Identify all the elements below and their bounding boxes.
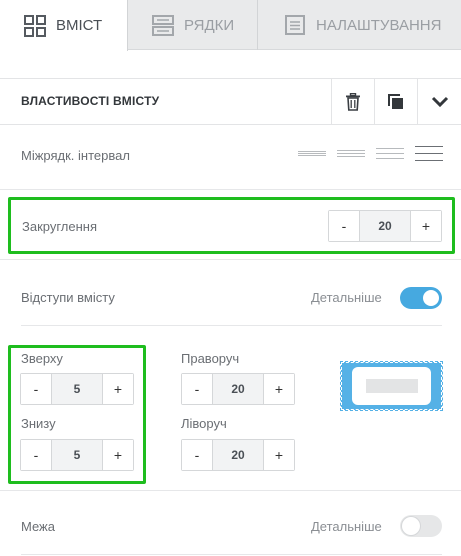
divider bbox=[21, 325, 442, 326]
border-label: Межа bbox=[21, 519, 55, 534]
preview-content-box bbox=[352, 367, 431, 405]
line-spacing-loose-option[interactable] bbox=[415, 146, 443, 161]
padding-left-decrement-button[interactable]: - bbox=[182, 440, 212, 470]
padding-top-value[interactable]: 5 bbox=[51, 374, 103, 404]
padding-bottom-decrement-button[interactable]: - bbox=[21, 440, 51, 470]
padding-label: Відступи вмісту bbox=[21, 290, 115, 305]
delete-button[interactable] bbox=[331, 79, 374, 125]
tab-label: НАЛАШТУВАННЯ bbox=[316, 16, 442, 34]
duplicate-button[interactable] bbox=[374, 79, 417, 125]
padding-bottom-label: Знизу bbox=[21, 416, 56, 431]
grid-icon bbox=[24, 14, 46, 37]
padding-detail-toggle[interactable] bbox=[400, 287, 442, 309]
padding-right-decrement-button[interactable]: - bbox=[182, 374, 212, 404]
padding-left-increment-button[interactable]: + bbox=[264, 440, 294, 470]
padding-top-stepper: - 5 + bbox=[20, 373, 134, 405]
padding-bottom-stepper: - 5 + bbox=[20, 439, 134, 471]
collapse-button[interactable] bbox=[417, 79, 461, 125]
rounding-increment-button[interactable]: + bbox=[411, 211, 441, 241]
trash-icon bbox=[346, 93, 360, 111]
copy-icon bbox=[388, 94, 403, 109]
panel-header: ВЛАСТИВОСТІ ВМІСТУ bbox=[0, 78, 461, 125]
line-spacing-normal-option[interactable] bbox=[337, 146, 365, 160]
padding-right-increment-button[interactable]: + bbox=[264, 374, 294, 404]
panel-title: ВЛАСТИВОСТІ ВМІСТУ bbox=[21, 94, 160, 108]
settings-doc-icon bbox=[285, 15, 305, 35]
padding-top-decrement-button[interactable]: - bbox=[21, 374, 51, 404]
tab-rows[interactable]: РЯДКИ bbox=[128, 0, 258, 50]
rows-icon bbox=[152, 15, 174, 36]
chevron-down-icon bbox=[431, 96, 448, 108]
divider bbox=[21, 554, 442, 555]
padding-left-stepper: - 20 + bbox=[181, 439, 295, 471]
padding-detail-label: Детальніше bbox=[311, 290, 382, 305]
border-detail-toggle[interactable] bbox=[400, 515, 442, 537]
border-detail-label: Детальніше bbox=[311, 519, 382, 534]
tab-label: ВМІСТ bbox=[56, 17, 103, 34]
padding-preview bbox=[340, 361, 443, 411]
rounding-stepper: - 20 + bbox=[328, 210, 442, 242]
padding-top-increment-button[interactable]: + bbox=[103, 374, 133, 404]
divider bbox=[0, 189, 461, 190]
line-spacing-label: Міжрядк. інтервал bbox=[21, 148, 130, 163]
padding-bottom-value[interactable]: 5 bbox=[51, 440, 103, 470]
tab-bar: ВМІСТ РЯДКИ НАЛАШТУВАННЯ bbox=[0, 0, 461, 51]
tab-label: РЯДКИ bbox=[184, 16, 235, 34]
padding-right-value[interactable]: 20 bbox=[212, 374, 264, 404]
padding-right-stepper: - 20 + bbox=[181, 373, 295, 405]
padding-left-label: Ліворуч bbox=[181, 416, 227, 431]
rounding-label: Закруглення bbox=[22, 219, 98, 234]
rounding-decrement-button[interactable]: - bbox=[329, 211, 359, 241]
padding-top-label: Зверху bbox=[21, 351, 63, 366]
rounding-value[interactable]: 20 bbox=[359, 211, 411, 241]
tab-content[interactable]: ВМІСТ bbox=[0, 0, 128, 51]
padding-right-label: Праворуч bbox=[181, 351, 240, 366]
line-spacing-relaxed-option[interactable] bbox=[376, 146, 404, 160]
divider bbox=[0, 259, 461, 260]
spacer bbox=[0, 51, 461, 78]
divider bbox=[0, 490, 461, 491]
line-spacing-tight-option[interactable] bbox=[298, 146, 326, 160]
padding-left-value[interactable]: 20 bbox=[212, 440, 264, 470]
padding-bottom-increment-button[interactable]: + bbox=[103, 440, 133, 470]
toggle-knob bbox=[402, 517, 420, 535]
tab-settings[interactable]: НАЛАШТУВАННЯ bbox=[258, 0, 461, 50]
toggle-knob bbox=[423, 290, 439, 306]
preview-text-placeholder bbox=[366, 379, 418, 393]
